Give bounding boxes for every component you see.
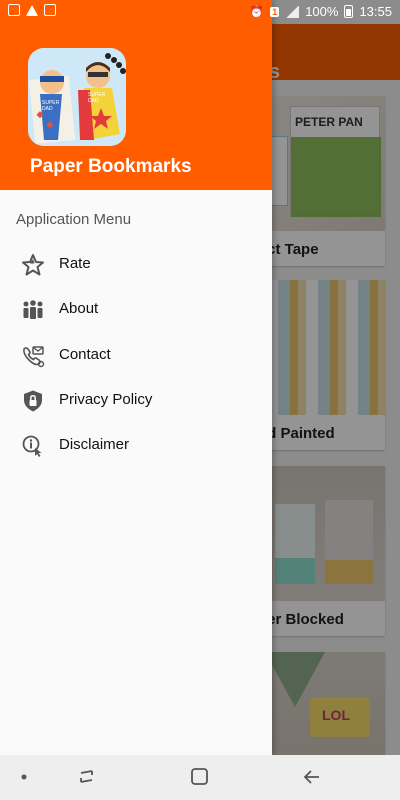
info-touch-icon xyxy=(22,435,42,457)
status-bar: ⏰ 1 100% 13:55 xyxy=(0,0,400,24)
menu-item-label: Rate xyxy=(59,255,91,272)
drawer-header: SUPER DAD SUPER DAD Paper Bookmarks xyxy=(0,0,272,190)
dot-icon xyxy=(21,774,27,780)
logo-label: SUPER DAD xyxy=(88,92,106,104)
home-icon xyxy=(191,768,208,785)
menu-item-label: About xyxy=(59,300,99,317)
menu-item-label: Privacy Policy xyxy=(59,391,153,408)
back-button[interactable] xyxy=(292,763,332,791)
app-name: Paper Bookmarks xyxy=(30,156,192,177)
home-button[interactable] xyxy=(180,763,220,791)
navigation-drawer: SUPER DAD SUPER DAD Paper Bookmarks Appl… xyxy=(0,0,272,755)
menu-section-title: Application Menu xyxy=(16,211,132,228)
menu-item-contact[interactable]: Contact xyxy=(0,334,272,378)
app-logo: SUPER DAD SUPER DAD xyxy=(28,48,126,146)
sim-badge: 1 xyxy=(270,6,280,17)
menu-item-label: Contact xyxy=(59,346,111,363)
download-notification-icon xyxy=(44,4,56,16)
shield-lock-icon xyxy=(24,390,42,412)
battery-percent: 100% xyxy=(305,4,339,19)
recents-icon xyxy=(80,770,93,783)
contact-icon xyxy=(23,346,45,368)
superhero-bookmarks-logo-icon xyxy=(28,48,126,146)
back-arrow-icon xyxy=(303,770,319,784)
logo-label: SUPER DAD xyxy=(42,100,60,112)
system-navigation-bar xyxy=(0,755,400,800)
menu-item-disclaimer[interactable]: Disclaimer xyxy=(0,424,272,468)
menu-item-about[interactable]: About xyxy=(0,288,272,332)
clock: 13:55 xyxy=(359,4,392,19)
recents-button[interactable] xyxy=(68,763,108,791)
people-icon xyxy=(23,300,43,319)
star-icon xyxy=(22,254,44,276)
warning-notification-icon xyxy=(26,4,38,16)
battery-icon xyxy=(344,5,354,18)
menu-item-privacy-policy[interactable]: Privacy Policy xyxy=(0,379,272,423)
menu-item-rate[interactable]: Rate xyxy=(0,243,272,287)
menu-item-label: Disclaimer xyxy=(59,436,130,453)
gallery-notification-icon xyxy=(8,4,20,16)
alarm-icon: ⏰ xyxy=(249,4,265,19)
signal-icon xyxy=(285,5,300,18)
nav-dot-button[interactable] xyxy=(4,763,44,791)
